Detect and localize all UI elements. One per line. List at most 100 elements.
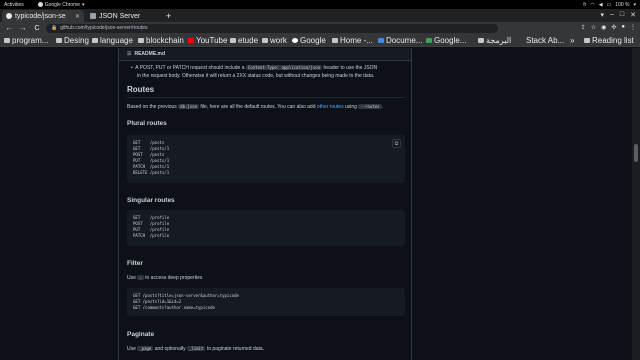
bookmark-label: Docume...	[386, 36, 423, 45]
google-icon	[292, 38, 298, 43]
chevron-down-icon: ▾	[633, 1, 636, 8]
tab-title: JSON Server	[99, 12, 141, 20]
activities-button[interactable]: Activities	[4, 2, 24, 8]
extension-icon[interactable]: ◉	[601, 24, 606, 31]
folder-icon	[230, 38, 236, 43]
share-icon[interactable]: ⇪	[581, 24, 586, 31]
page-scrollbar[interactable]	[632, 48, 640, 360]
maximize-icon[interactable]: □	[620, 11, 624, 19]
bookmark-desing[interactable]: Desing	[56, 36, 89, 45]
bookmark-label: work	[270, 36, 287, 45]
scrollbar-thumb[interactable]	[634, 144, 638, 162]
reading-list-button[interactable]: Reading list	[584, 36, 634, 45]
intro-text: file, here are all the default routes. Y…	[200, 104, 316, 110]
code-line: PATCH /posts/1	[133, 164, 170, 169]
filter-text-part: to access deep properties	[145, 275, 203, 281]
back-button[interactable]: ←	[4, 25, 14, 32]
bookmark-youtube[interactable]: YouTube	[188, 36, 227, 45]
code-line: POST /profile	[133, 221, 170, 226]
folder-icon	[138, 38, 144, 43]
wifi-icon: ◠	[590, 1, 595, 8]
browser-toolbar: ← → C 🔒 github.com/typicode/json-server#…	[0, 22, 640, 34]
close-icon[interactable]: ✕	[75, 13, 80, 20]
youtube-icon	[188, 38, 194, 43]
drive-icon	[426, 38, 432, 43]
plural-routes-code-block: ⧉ GET /posts GET /posts/1 POST /posts PU…	[127, 135, 405, 183]
bookmarks-overflow-button[interactable]: »	[570, 36, 574, 45]
avatar[interactable]: ●	[621, 24, 625, 31]
code-line: GET /comments?author.name=typicode	[133, 305, 215, 310]
menu-icon[interactable]: ⋮	[630, 24, 636, 31]
lock-icon[interactable]: 🔒	[51, 25, 57, 31]
code-line: GET /posts?id=1&id=2	[133, 299, 182, 304]
code-line: GET /profile	[133, 215, 170, 220]
url-text[interactable]: github.com/typicode/json-server#routes	[60, 25, 147, 31]
battery-percent: 100 %	[615, 1, 630, 8]
code-line: DELETE /posts/1	[133, 170, 170, 175]
system-top-bar: Activities Google Chrome ▾ fr ◠ ◀ ▭ 100 …	[0, 0, 640, 9]
bookmark-label: YouTube	[196, 36, 228, 45]
forward-button[interactable]: →	[18, 25, 28, 32]
list-icon[interactable]: ☰	[127, 51, 131, 57]
routes-heading: Routes	[127, 85, 155, 94]
code-line: PATCH /profile	[133, 233, 170, 238]
other-routes-link[interactable]: other routes	[317, 104, 344, 110]
folder-icon	[4, 38, 10, 43]
bookmark-stack-abuse[interactable]: Stack Ab...	[526, 36, 564, 45]
bookmark-etude[interactable]: etude	[230, 36, 258, 45]
bookmark-program[interactable]: program...	[4, 36, 48, 45]
bookmark-home[interactable]: Home -...	[332, 36, 373, 45]
chevron-down-icon: ▾	[82, 1, 85, 8]
readme-header: ☰ README.md	[119, 48, 411, 61]
code-line: GET /posts	[133, 140, 165, 145]
bookmark-label: البرمجة	[486, 36, 512, 45]
battery-icon: ▭	[606, 1, 612, 8]
close-window-icon[interactable]: ✕	[630, 11, 636, 19]
docs-icon	[378, 38, 384, 43]
bookmark-label: program...	[12, 36, 49, 45]
code-line: PUT /profile	[133, 227, 170, 232]
system-tray[interactable]: fr ◠ ◀ ▭ 100 % ▾	[583, 2, 636, 8]
star-icon[interactable]: ☆	[591, 24, 596, 31]
bullet-text: A POST, PUT or PATCH request should incl…	[135, 65, 245, 71]
filter-heading: Filter	[127, 260, 143, 267]
bookmark-language[interactable]: language	[92, 36, 133, 45]
bookmark-label: Desing	[64, 36, 89, 45]
app-name: Google Chrome	[44, 1, 81, 8]
bookmark-work[interactable]: work	[262, 36, 287, 45]
paginate-heading: Paginate	[127, 331, 155, 338]
readme-filename: README.md	[134, 51, 166, 57]
inline-code: Content-Type: application/json	[245, 65, 323, 70]
folder-icon	[262, 38, 268, 43]
bookmark-label: Google	[300, 36, 326, 45]
tab-json-server-repo[interactable]: typicode/json-se ✕	[2, 10, 84, 22]
inline-code: _limit	[186, 346, 206, 351]
filter-text-part: Use	[127, 275, 136, 281]
paginate-text-part: to paginate returned data.	[206, 346, 265, 352]
copy-icon[interactable]: ⧉	[392, 139, 401, 148]
address-bar[interactable]: 🔒 github.com/typicode/json-server#routes	[46, 23, 498, 33]
intro-text: using	[344, 104, 357, 110]
bookmark-google[interactable]: Google	[292, 36, 326, 45]
reading-list-icon	[584, 38, 590, 43]
minimize-icon[interactable]: –	[610, 11, 614, 19]
reload-button[interactable]: C	[32, 25, 42, 32]
bookmark-documents[interactable]: Docume...	[378, 36, 422, 45]
bookmark-label: »	[570, 36, 575, 45]
puzzle-icon[interactable]: ✣	[611, 24, 616, 31]
bookmark-arabic[interactable]: البرمجة	[478, 36, 511, 45]
bookmark-label: blockchain	[146, 36, 184, 45]
tab-search-icon[interactable]: ▾	[600, 11, 604, 19]
inline-code: --routes	[358, 104, 382, 109]
code-line: PUT /posts/1	[133, 158, 170, 163]
bookmark-label: Reading list	[592, 36, 634, 45]
bookmark-blockchain[interactable]: blockchain	[138, 36, 184, 45]
tab-json-server[interactable]: JSON Server	[86, 10, 164, 22]
new-tab-button[interactable]: +	[166, 11, 171, 21]
bookmark-google-2[interactable]: Google...	[426, 36, 466, 45]
bullet-line-2: in the request body. Otherwise it will r…	[137, 73, 375, 79]
app-menu[interactable]: Google Chrome ▾	[37, 1, 85, 8]
tab-strip: typicode/json-se ✕ JSON Server + ▾ – □ ✕	[0, 9, 640, 22]
paginate-text-part: and optionally	[154, 346, 186, 352]
bookmark-label: Home -...	[340, 36, 373, 45]
